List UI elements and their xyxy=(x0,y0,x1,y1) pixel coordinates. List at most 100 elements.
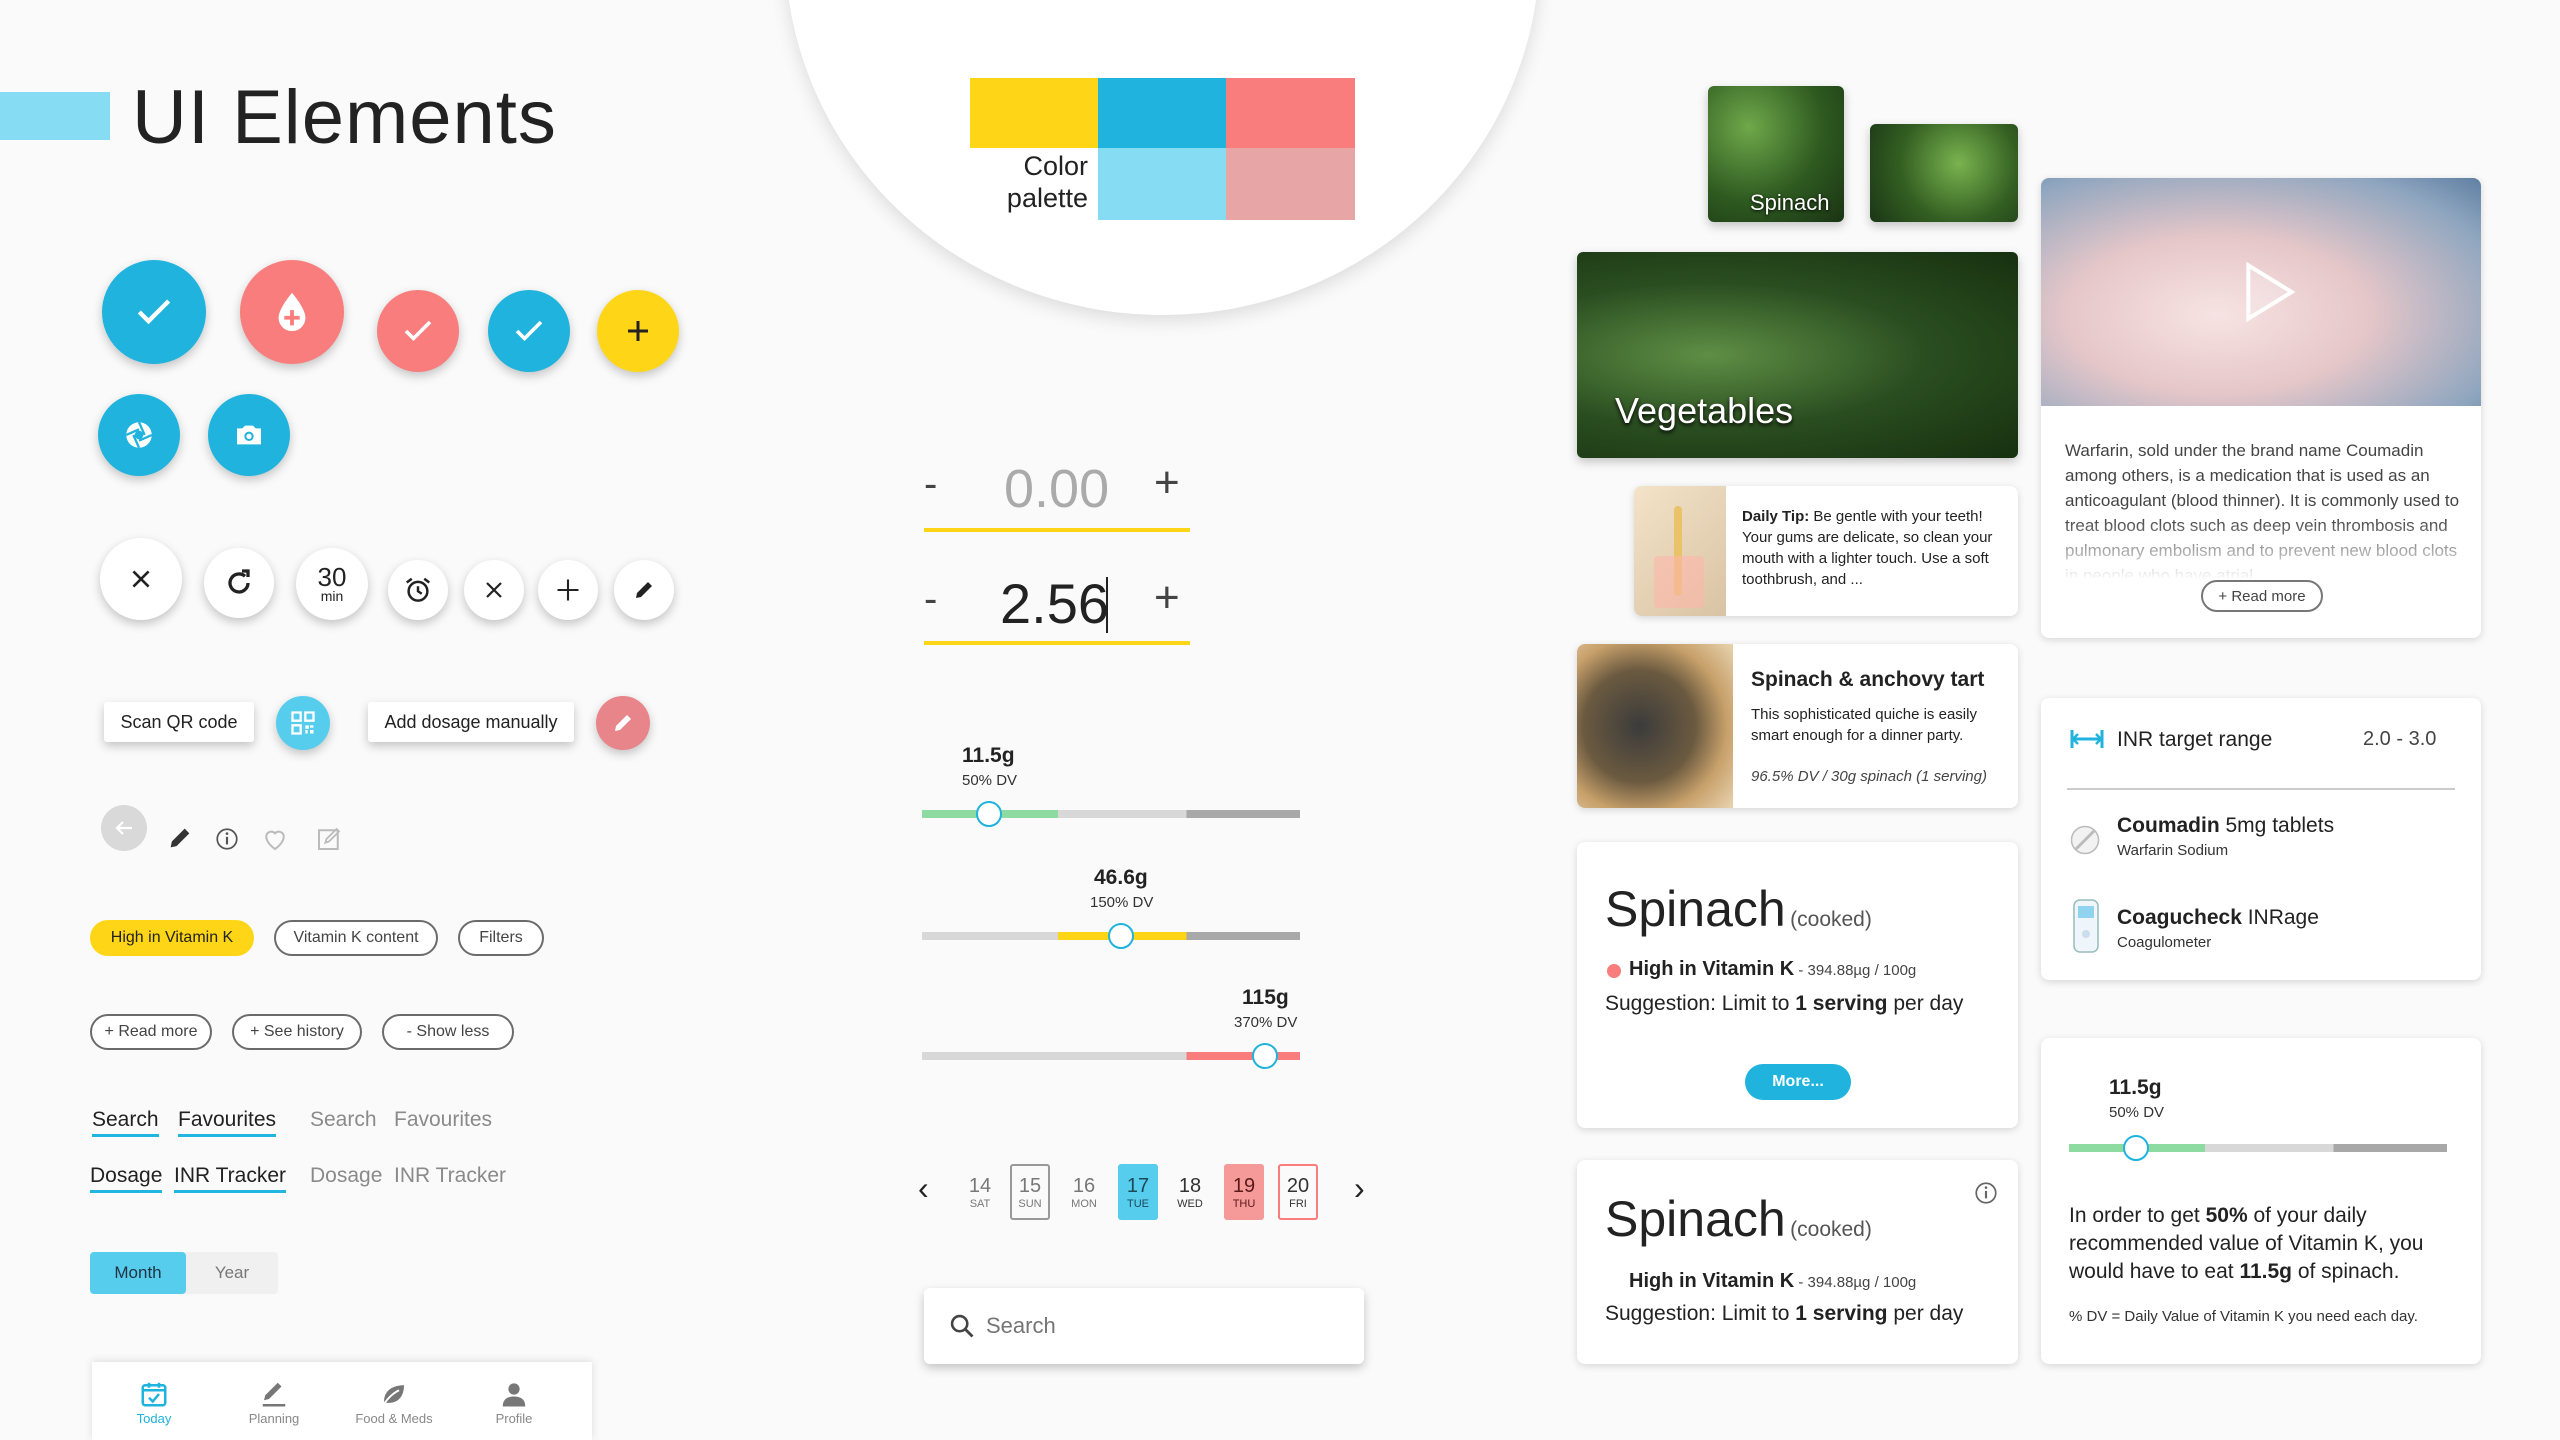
stepper-plus[interactable]: + xyxy=(1154,458,1180,508)
edit-fab-pink[interactable] xyxy=(596,696,650,750)
calendar-day[interactable]: 15 SUN xyxy=(1010,1164,1050,1220)
stepper-value[interactable]: 0.00 xyxy=(1004,458,1109,520)
chip-filters[interactable]: Filters xyxy=(458,920,544,956)
serving-suggestion: Suggestion: Limit to 1 serving per day xyxy=(1605,992,1964,1015)
nav-food-meds[interactable]: Food & Meds xyxy=(332,1372,456,1432)
tab-inr-tracker-active[interactable]: INR Tracker xyxy=(174,1164,287,1193)
swatch-blue xyxy=(1098,78,1226,148)
serving-suggestion: Suggestion: Limit to 1 serving per day xyxy=(1605,1302,1964,1325)
tab-search-active[interactable]: Search xyxy=(92,1108,159,1137)
nav-today[interactable]: Today xyxy=(92,1372,216,1432)
stepper-underline xyxy=(924,641,1190,645)
see-history-chip[interactable]: + See history xyxy=(232,1014,362,1050)
dv-slider-thumb[interactable] xyxy=(2123,1135,2149,1161)
check-fab-coral[interactable] xyxy=(377,290,459,372)
check-fab-blue[interactable] xyxy=(488,290,570,372)
calendar-prev-button[interactable]: ‹ xyxy=(918,1170,929,1207)
tab-favourites-active[interactable]: Favourites xyxy=(178,1108,277,1137)
dv-percent: 50% DV xyxy=(2109,1104,2165,1121)
stepper-minus[interactable]: - xyxy=(924,577,937,622)
search-input[interactable] xyxy=(986,1308,1326,1344)
close-button-large[interactable] xyxy=(100,538,182,620)
aperture-icon xyxy=(125,421,153,449)
add-fab-yellow[interactable] xyxy=(597,290,679,372)
tab-search[interactable]: Search xyxy=(310,1108,377,1132)
add-dosage-manually-button[interactable]: Add dosage manually xyxy=(368,702,574,742)
qr-code-icon xyxy=(291,711,315,735)
alarm-button[interactable] xyxy=(388,560,448,620)
slider-dv: 370% DV xyxy=(1234,1014,1298,1031)
week-calendar: ‹ 14 SAT 15 SUN 16 MON 17 TUE 18 WED 19 THU 20… xyxy=(914,1160,1374,1222)
scan-qr-button[interactable]: Scan QR code xyxy=(104,702,254,742)
edit-note-icon[interactable] xyxy=(314,824,344,854)
spinach-image-label: Spinach xyxy=(1750,190,1830,215)
calendar-day[interactable]: 14 SAT xyxy=(960,1164,1000,1220)
slider-thumb[interactable] xyxy=(1108,923,1134,949)
stepper-plus[interactable]: + xyxy=(1154,573,1180,623)
check-icon xyxy=(515,320,543,342)
video-card[interactable]: Warfarin, sold under the brand name Coum… xyxy=(2041,178,2481,638)
divider xyxy=(2067,788,2455,790)
camera-fab[interactable] xyxy=(208,394,290,476)
recipe-meta: 96.5% DV / 30g spinach (1 serving) xyxy=(1751,768,1987,785)
stepper-minus[interactable]: - xyxy=(924,462,937,507)
daily-tip-card[interactable]: Daily Tip: Be gentle with your teeth! Yo… xyxy=(1634,486,2018,616)
calendar-day-selected[interactable]: 17 TUE xyxy=(1118,1164,1158,1220)
calendar-day-outlined[interactable]: 20 FRI xyxy=(1278,1164,1318,1220)
tab-dosage[interactable]: Dosage xyxy=(310,1164,382,1188)
spinach-image[interactable] xyxy=(1870,124,2018,222)
pills-video-thumbnail[interactable] xyxy=(2041,178,2481,406)
chip-vitamin-k-content[interactable]: Vitamin K content xyxy=(274,920,438,956)
chip-high-vitamin-k[interactable]: High in Vitamin K xyxy=(90,920,254,956)
tab-favourites[interactable]: Favourites xyxy=(394,1108,492,1132)
food-card[interactable]: Spinach (cooked) High in Vitamin K - 394… xyxy=(1577,842,2018,1128)
play-icon[interactable] xyxy=(2225,252,2305,332)
recipe-title: Spinach & anchovy tart xyxy=(1751,668,1985,691)
nav-planning[interactable]: Planning xyxy=(212,1372,336,1432)
close-button-small[interactable] xyxy=(464,560,524,620)
info-icon[interactable] xyxy=(214,826,240,852)
scan-qr-label: Scan QR code xyxy=(120,711,238,732)
calendar-day-flagged[interactable]: 19 THU xyxy=(1224,1164,1264,1220)
pencil-icon xyxy=(615,715,631,731)
more-button[interactable]: More... xyxy=(1745,1064,1851,1100)
nav-profile[interactable]: Profile xyxy=(452,1372,576,1432)
cup-shape xyxy=(1654,556,1704,608)
heart-icon[interactable] xyxy=(260,824,290,854)
slider-thumb[interactable] xyxy=(976,801,1002,827)
tab-dosage-active[interactable]: Dosage xyxy=(90,1164,163,1193)
toggle-year[interactable]: Year xyxy=(186,1252,278,1294)
info-icon[interactable] xyxy=(1973,1180,1999,1206)
qr-fab[interactable] xyxy=(276,696,330,750)
check-fab-blue-large[interactable] xyxy=(102,260,206,364)
recipe-card[interactable]: Spinach & anchovy tart This sophisticate… xyxy=(1577,644,2018,808)
inr-card[interactable]: INR target range 2.0 - 3.0 Coumadin 5mg … xyxy=(2041,698,2481,980)
vegetables-image[interactable]: Vegetables xyxy=(1577,252,2018,458)
read-more-button[interactable]: + Read more xyxy=(2201,580,2323,612)
refresh-button[interactable] xyxy=(204,548,274,618)
edit-button-small[interactable] xyxy=(614,560,674,620)
toggle-month[interactable]: Month xyxy=(90,1252,186,1294)
calendar-day[interactable]: 16 MON xyxy=(1064,1164,1104,1220)
read-more-chip[interactable]: + Read more xyxy=(90,1014,212,1050)
back-button[interactable] xyxy=(101,805,147,851)
slider-thumb[interactable] xyxy=(1252,1043,1278,1069)
pencil-icon[interactable] xyxy=(166,824,194,852)
calendar-next-button[interactable]: › xyxy=(1354,1170,1365,1207)
stepper-value[interactable]: 2.56 xyxy=(1000,571,1109,636)
daily-value-card[interactable]: 11.5g 50% DV In order to get 50% of your… xyxy=(2041,1038,2481,1364)
search-bar[interactable] xyxy=(924,1288,1364,1364)
shutter-fab[interactable] xyxy=(98,394,180,476)
show-less-chip[interactable]: - Show less xyxy=(382,1014,514,1050)
calendar-day[interactable]: 18 WED xyxy=(1170,1164,1210,1220)
tab-inr-tracker[interactable]: INR Tracker xyxy=(394,1164,506,1188)
med-coagucheck-sub: Coagulometer xyxy=(2117,934,2212,951)
spinach-image-labeled[interactable]: Spinach xyxy=(1708,86,1844,222)
slider-track[interactable] xyxy=(922,1052,1300,1060)
food-card-info[interactable]: Spinach (cooked) High in Vitamin K - 394… xyxy=(1577,1160,2018,1364)
timer-30-button[interactable]: 30 min xyxy=(296,548,368,620)
swatch-yellow xyxy=(970,78,1098,148)
add-button-small[interactable] xyxy=(538,560,598,620)
add-dose-fab[interactable] xyxy=(240,260,344,364)
person-icon xyxy=(502,1382,526,1406)
